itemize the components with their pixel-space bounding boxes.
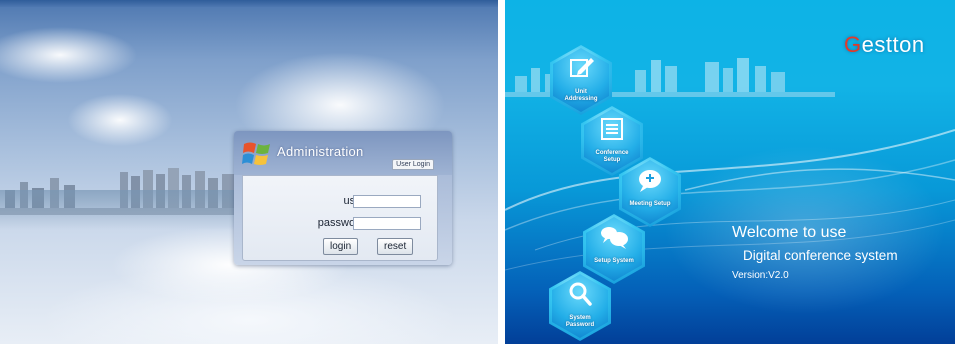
login-form: user : password : login reset [242, 175, 438, 261]
login-screen: Administration User Login user : passwor… [0, 0, 498, 344]
list-document-icon [601, 118, 623, 140]
top-bar [0, 0, 498, 7]
password-row: password : [243, 216, 437, 234]
pencil-edit-icon [570, 58, 594, 77]
menu-label: Unit Addressing [564, 89, 598, 102]
login-button[interactable]: login [323, 238, 359, 255]
user-row: user : [243, 194, 437, 212]
tab-user-login[interactable]: User Login [392, 159, 434, 170]
password-input[interactable] [353, 217, 421, 230]
river-image [0, 190, 260, 230]
user-input[interactable] [353, 195, 421, 208]
version-text: Version:V2.0 [732, 270, 789, 281]
menu-screen: Gestton Unit Addressing Conference Setup M… [505, 0, 955, 344]
menu-label: System Password [565, 315, 595, 328]
admin-title: Administration [277, 144, 364, 159]
welcome-text: Welcome to use [732, 224, 847, 241]
chat-bubbles-icon [601, 227, 628, 249]
magnifier-icon [569, 282, 592, 306]
reset-button[interactable]: reset [377, 238, 414, 255]
login-header: Administration User Login [234, 131, 452, 175]
menu-label: Conference Setup [595, 150, 629, 163]
brand-logo: Gestton [844, 32, 925, 57]
brand-initial: G [844, 32, 862, 57]
login-panel: Administration User Login user : passwor… [234, 131, 452, 265]
menu-label: Meeting Setup [629, 201, 671, 207]
chat-plus-icon [639, 170, 661, 192]
system-name: Digital conference system [743, 248, 898, 263]
menu-label: Setup System [594, 258, 634, 264]
windows-logo-icon [242, 142, 270, 165]
